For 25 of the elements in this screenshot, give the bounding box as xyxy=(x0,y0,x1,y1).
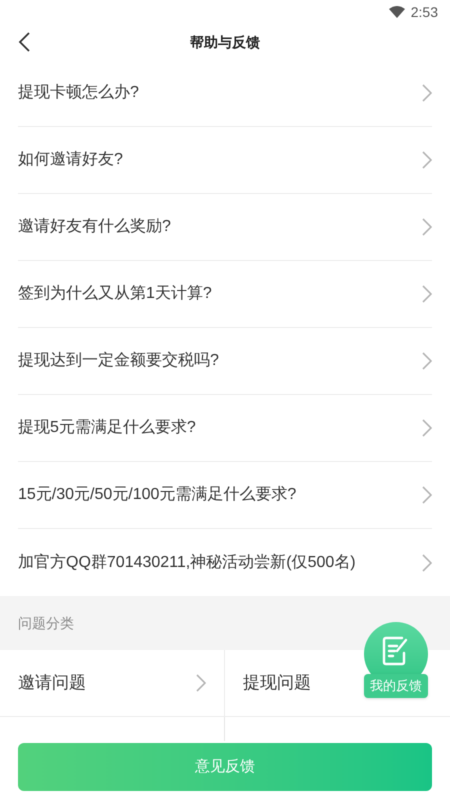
chevron-right-icon xyxy=(422,285,432,303)
note-edit-icon xyxy=(382,636,410,666)
question-item[interactable]: 提现卡顿怎么办? xyxy=(18,60,432,127)
question-item[interactable]: 提现5元需满足什么要求? xyxy=(18,395,432,462)
category-item[interactable]: 邀请问题 xyxy=(0,650,225,717)
question-item[interactable]: 加官方QQ群701430211,神秘活动尝新(仅500名) xyxy=(18,529,432,596)
chevron-right-icon xyxy=(422,218,432,236)
wifi-icon xyxy=(388,6,405,18)
chevron-right-icon xyxy=(422,84,432,102)
chevron-right-icon xyxy=(422,419,432,437)
page-title: 帮助与反馈 xyxy=(190,32,260,52)
question-item[interactable]: 提现达到一定金额要交税吗? xyxy=(18,328,432,395)
chevron-right-icon xyxy=(422,151,432,169)
back-icon xyxy=(18,32,30,52)
chevron-right-icon xyxy=(422,352,432,370)
back-button[interactable] xyxy=(18,32,30,52)
question-item[interactable]: 邀请好友有什么奖励? xyxy=(18,194,432,261)
chevron-right-icon xyxy=(422,486,432,504)
chevron-right-icon xyxy=(422,554,432,572)
chevron-right-icon xyxy=(196,674,206,692)
section-title: 问题分类 xyxy=(18,614,74,632)
question-item[interactable]: 如何邀请好友? xyxy=(18,127,432,194)
clock-time: 2:53 xyxy=(410,2,438,22)
question-item[interactable]: 15元/30元/50元/100元需满足什么要求? xyxy=(18,462,432,529)
question-item[interactable]: 签到为什么又从第1天计算? xyxy=(18,261,432,328)
